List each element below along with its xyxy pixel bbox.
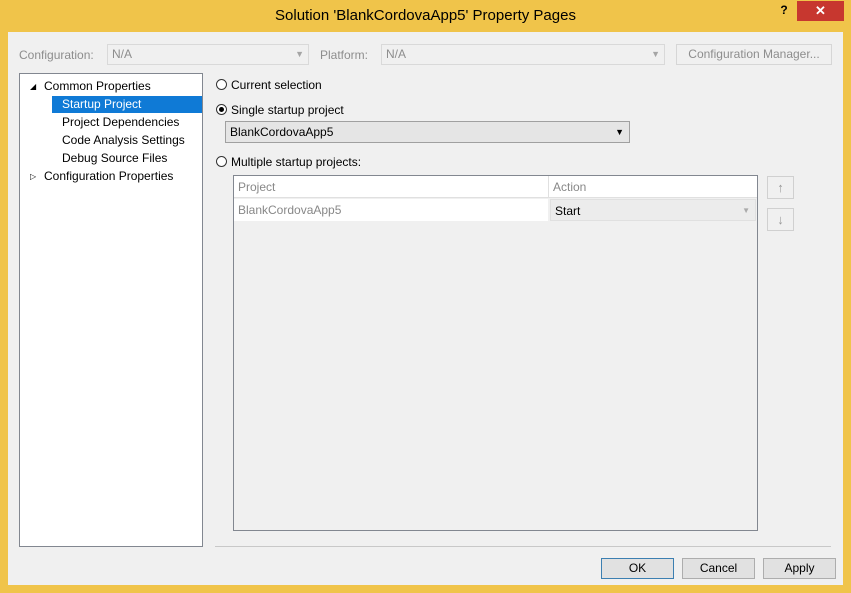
title-bar[interactable]: Solution 'BlankCordovaApp5' Property Pag… bbox=[0, 0, 851, 32]
tree-item-code-analysis-settings[interactable]: Code Analysis Settings bbox=[62, 132, 185, 149]
multiple-startup-radio[interactable] bbox=[216, 156, 227, 167]
close-button[interactable]: ✕ bbox=[797, 1, 844, 21]
grid-header-project: Project bbox=[234, 176, 549, 198]
current-selection-radio[interactable] bbox=[216, 79, 227, 90]
move-down-button[interactable]: ↓ bbox=[767, 208, 794, 231]
apply-button[interactable]: Apply bbox=[763, 558, 836, 579]
move-up-button[interactable]: ↑ bbox=[767, 176, 794, 199]
help-icon[interactable]: ? bbox=[777, 3, 791, 17]
multiple-startup-label[interactable]: Multiple startup projects: bbox=[231, 155, 361, 169]
chevron-down-icon: ▼ bbox=[651, 49, 660, 59]
configuration-value: N/A bbox=[112, 47, 133, 61]
window-title: Solution 'BlankCordovaApp5' Property Pag… bbox=[275, 7, 576, 24]
tree-item-configuration-properties[interactable]: Configuration Properties bbox=[44, 168, 173, 185]
footer-separator bbox=[215, 546, 831, 547]
grid-cell-action-dropdown[interactable]: Start ▼ bbox=[550, 199, 756, 221]
chevron-down-icon: ▼ bbox=[742, 206, 750, 215]
configuration-manager-button[interactable]: Configuration Manager... bbox=[676, 44, 832, 65]
configuration-dropdown[interactable]: N/A ▼ bbox=[107, 44, 309, 65]
tree-item-common-properties[interactable]: Common Properties bbox=[44, 78, 151, 95]
chevron-down-icon: ▼ bbox=[295, 49, 304, 59]
ok-button[interactable]: OK bbox=[601, 558, 674, 579]
startup-project-dropdown[interactable]: BlankCordovaApp5 ▼ bbox=[225, 121, 630, 143]
expanded-triangle-icon[interactable]: ◢ bbox=[30, 78, 36, 95]
cancel-button[interactable]: Cancel bbox=[682, 558, 755, 579]
grid-header-action: Action bbox=[549, 176, 757, 198]
chevron-down-icon: ▼ bbox=[615, 127, 624, 137]
platform-value: N/A bbox=[386, 47, 407, 61]
tree-item-startup-project[interactable]: Startup Project bbox=[52, 96, 202, 113]
dialog-client-area: Configuration: N/A ▼ Platform: N/A ▼ Con… bbox=[8, 32, 843, 585]
single-startup-label[interactable]: Single startup project bbox=[231, 103, 344, 117]
startup-project-value: BlankCordovaApp5 bbox=[230, 125, 334, 139]
multiple-startup-grid: Project Action BlankCordovaApp5 Start ▼ bbox=[233, 175, 758, 531]
platform-label: Platform: bbox=[320, 48, 369, 62]
property-pages-window: Solution 'BlankCordovaApp5' Property Pag… bbox=[0, 0, 851, 593]
tree-item-project-dependencies[interactable]: Project Dependencies bbox=[62, 114, 179, 131]
current-selection-label[interactable]: Current selection bbox=[231, 78, 322, 92]
configuration-label: Configuration: bbox=[19, 48, 94, 62]
tree-item-debug-source-files[interactable]: Debug Source Files bbox=[62, 150, 167, 167]
platform-dropdown[interactable]: N/A ▼ bbox=[381, 44, 665, 65]
single-startup-radio[interactable] bbox=[216, 104, 227, 115]
grid-cell-action-value: Start bbox=[555, 204, 581, 218]
grid-cell-project: BlankCordovaApp5 bbox=[234, 199, 548, 221]
property-tree[interactable]: ◢ Common Properties Startup Project Proj… bbox=[19, 73, 203, 547]
collapsed-triangle-icon[interactable]: ▷ bbox=[30, 168, 36, 185]
